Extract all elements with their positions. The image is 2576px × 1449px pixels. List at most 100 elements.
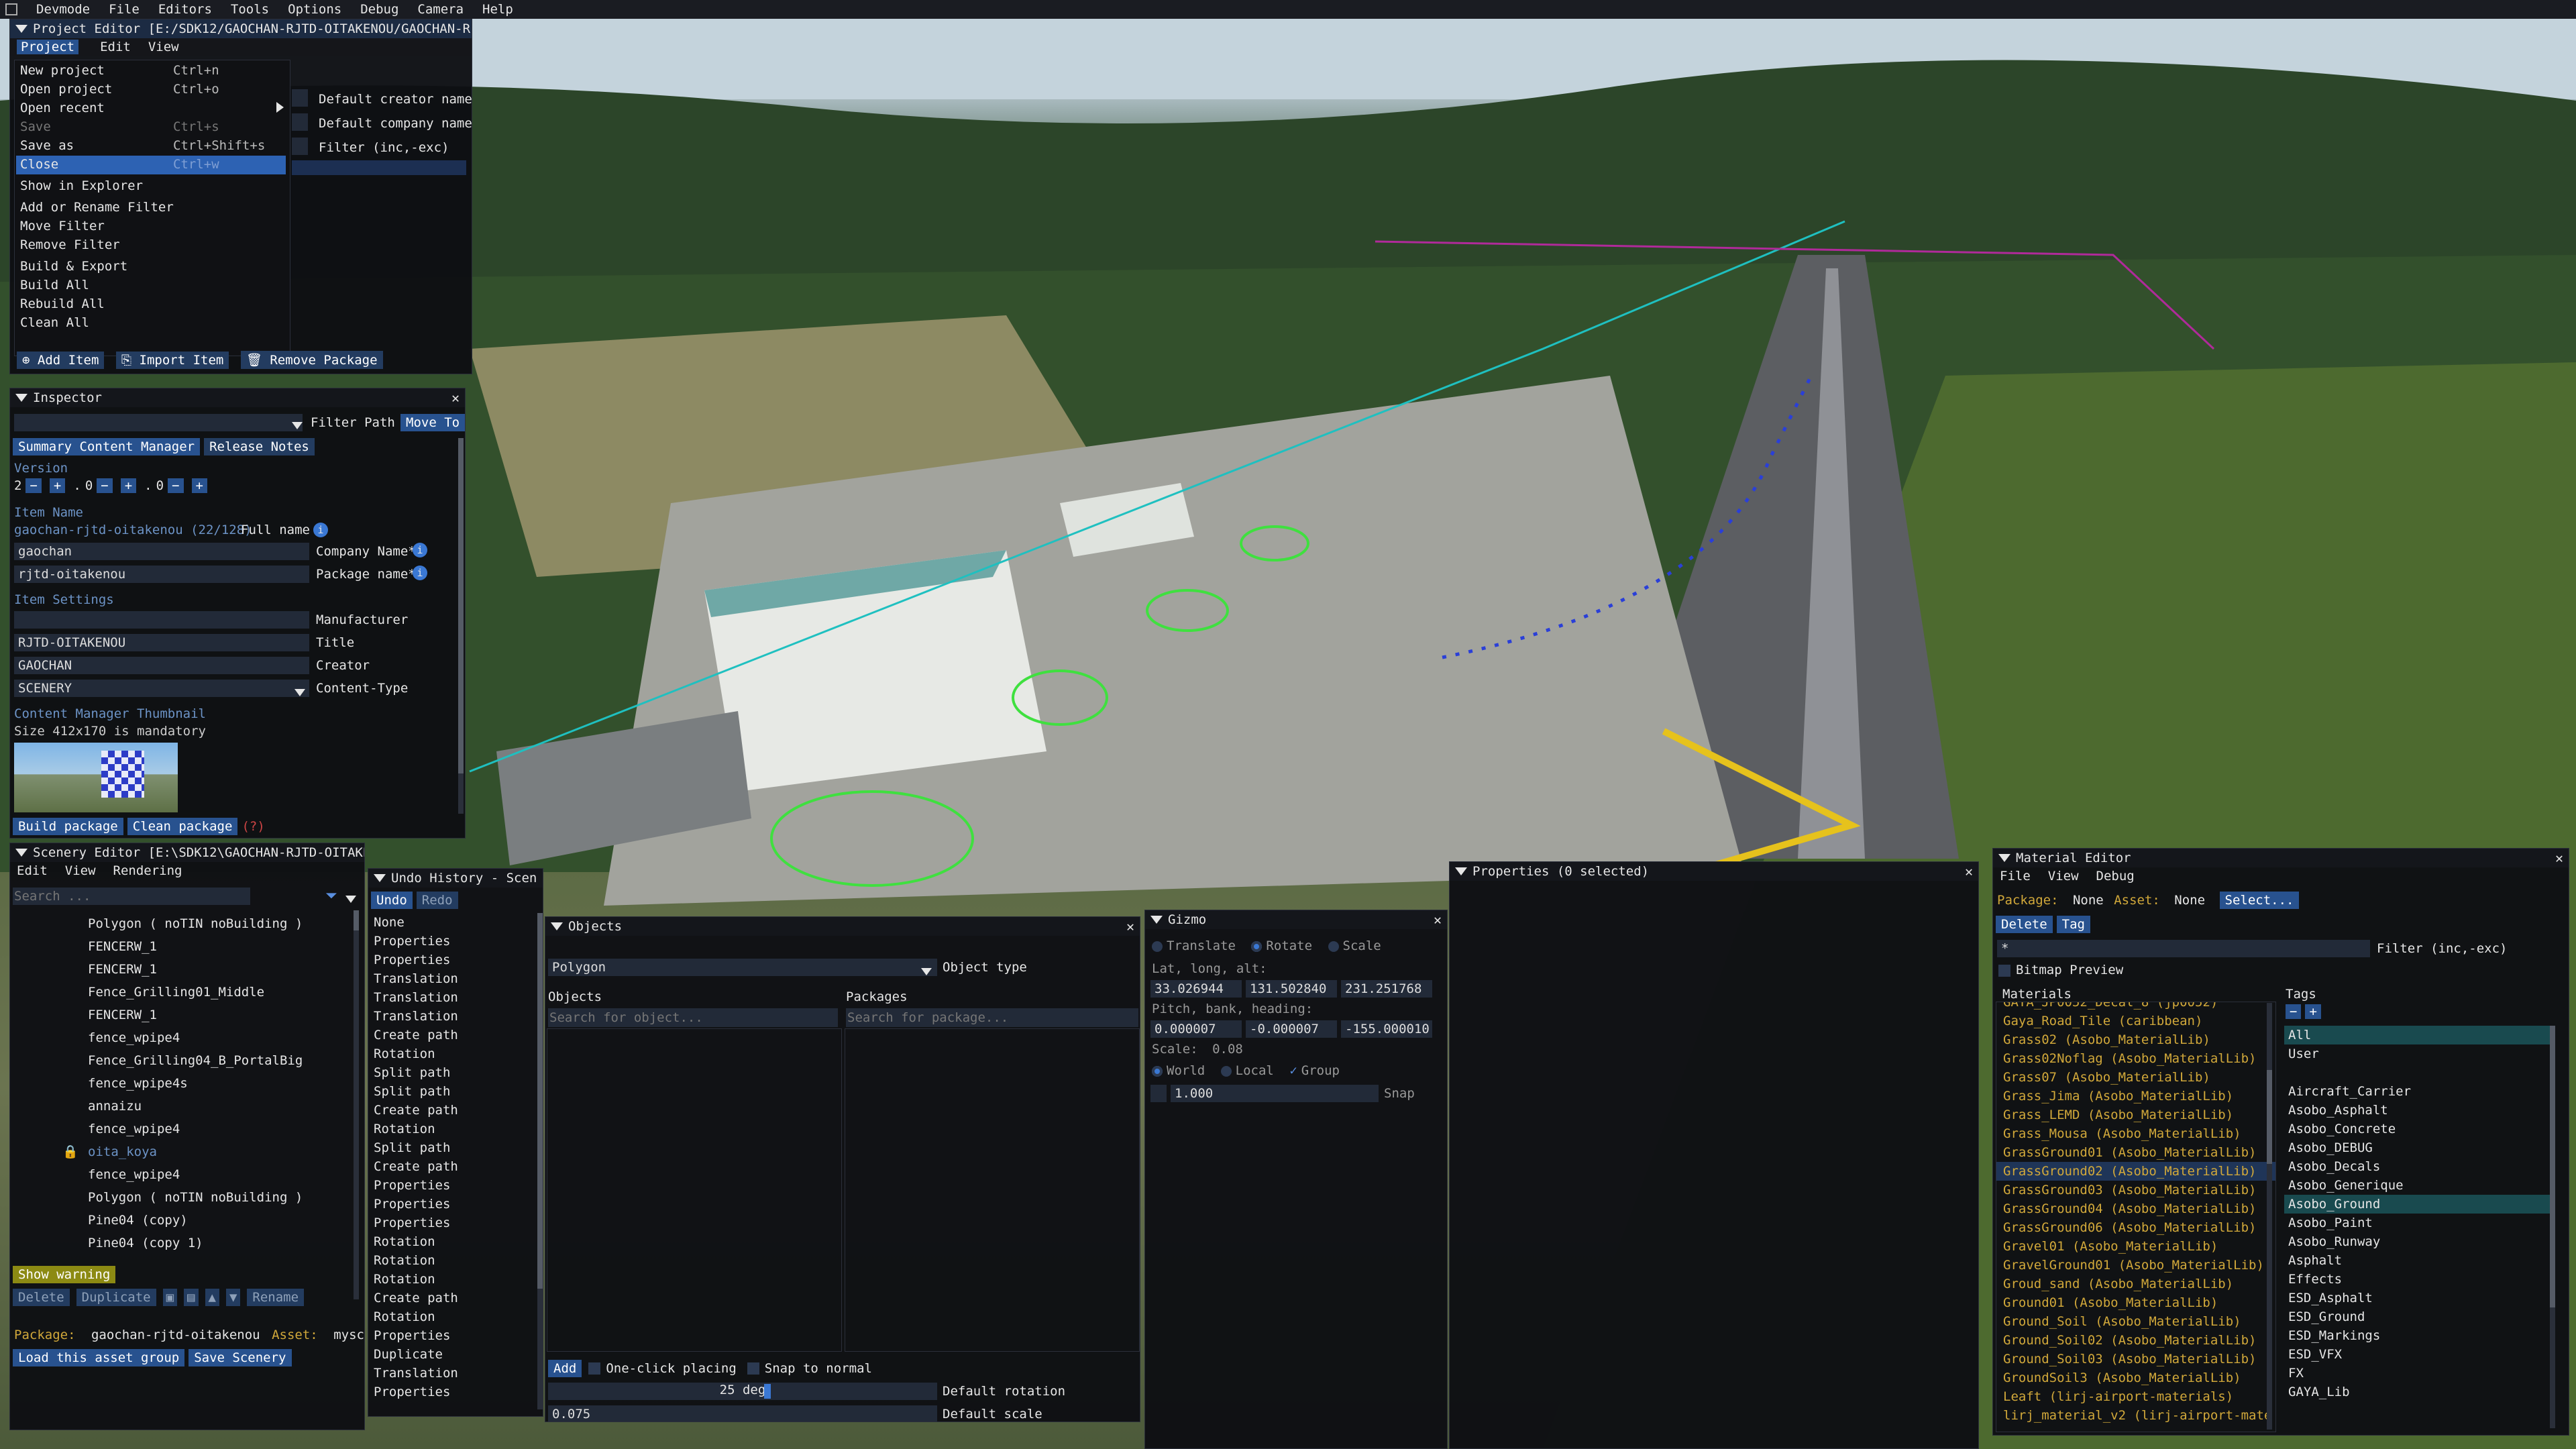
list-item[interactable]: Properties <box>374 951 535 969</box>
undo-history-titlebar[interactable]: Undo History - Scen ✕ <box>368 869 543 888</box>
list-item[interactable]: GrassGround03 (Asobo_MaterialLib) <box>1996 1181 2275 1199</box>
filter-path-field[interactable] <box>14 414 303 431</box>
info-icon[interactable]: i <box>413 566 427 580</box>
list-item[interactable]: Ground_Soil02 (Asobo_MaterialLib) <box>1996 1331 2275 1350</box>
menu-item-save-as[interactable]: Save as <box>20 138 74 153</box>
lock-icon[interactable]: 🔒 <box>62 1142 78 1161</box>
creator-name-field[interactable] <box>292 89 308 107</box>
list-item[interactable]: Gravel01 (Asobo_MaterialLib) <box>1996 1237 2275 1256</box>
tag-item[interactable]: Asobo_DEBUG <box>2284 1138 2563 1157</box>
package-list[interactable] <box>845 1028 1140 1352</box>
info-icon[interactable]: i <box>313 523 328 537</box>
close-icon[interactable]: ✕ <box>1965 863 1973 879</box>
list-item[interactable]: Fence_Grilling01_Middle <box>10 983 364 1002</box>
tag-item[interactable]: FX <box>2284 1364 2563 1383</box>
default-rotation-slider[interactable]: 25 deg <box>548 1383 937 1400</box>
content-type-chevron-icon[interactable] <box>294 685 305 700</box>
menu-item-save[interactable]: Save <box>20 119 51 134</box>
add-button[interactable]: Add <box>548 1360 582 1377</box>
translate-radio[interactable] <box>1152 941 1163 952</box>
gizmo-titlebar[interactable]: Gizmo ✕ <box>1145 910 1447 929</box>
menu-edit[interactable]: Edit <box>100 40 131 54</box>
list-item[interactable]: Translation <box>374 969 535 988</box>
list-item[interactable]: GAYA_JP0052_Decal_8 (jp0052) <box>1996 1002 2275 1012</box>
local-radio[interactable] <box>1220 1065 1232 1077</box>
tag-item[interactable]: Asphalt <box>2284 1251 2563 1270</box>
list-item[interactable]: Properties <box>374 1195 535 1214</box>
move-up-icon[interactable]: ▲ <box>205 1289 219 1306</box>
tag-item[interactable]: ESD_Markings <box>2284 1326 2563 1345</box>
snap-value-field[interactable]: 1.000 <box>1171 1085 1379 1102</box>
tag-button[interactable]: Tag <box>2056 916 2090 933</box>
list-item[interactable]: Rotation <box>374 1120 535 1138</box>
version-patch-minus[interactable]: − <box>168 478 184 493</box>
tab-release-notes[interactable]: Release Notes <box>204 438 315 455</box>
save-scenery-button[interactable]: Save Scenery <box>189 1349 292 1366</box>
package-name-field[interactable]: rjtd-oitakenou <box>14 566 309 583</box>
list-item[interactable]: Polygon ( noTIN noBuilding ) <box>10 1188 364 1207</box>
properties-titlebar[interactable]: Properties (0 selected) ✕ <box>1450 862 1978 881</box>
move-down-icon[interactable]: ▼ <box>225 1289 241 1306</box>
scale-field-value[interactable]: 0.08 <box>1212 1042 1243 1057</box>
import-item-button[interactable]: ⎘ Import Item <box>115 352 229 369</box>
close-icon[interactable]: ✕ <box>1434 912 1442 928</box>
list-item[interactable]: Grass_Jima (Asobo_MaterialLib) <box>1996 1087 2275 1106</box>
list-item[interactable]: Rotation <box>374 1270 535 1289</box>
rename-button[interactable]: Rename <box>247 1289 305 1306</box>
menu-item-build-export[interactable]: Build & Export <box>20 259 127 274</box>
menu-help[interactable]: Help <box>482 2 513 17</box>
list-item[interactable]: Properties <box>374 1176 535 1195</box>
menu-project[interactable]: Project <box>17 40 79 54</box>
menu-edit[interactable]: Edit <box>17 863 48 878</box>
close-icon[interactable]: ✕ <box>2555 850 2563 866</box>
creator-field[interactable]: GAOCHAN <box>14 657 309 674</box>
rotate-radio[interactable] <box>1251 941 1263 952</box>
material-filter-input[interactable]: * <box>1997 940 2370 957</box>
menu-item-open-project[interactable]: Open project <box>20 82 112 97</box>
list-item[interactable]: Properties <box>374 1326 535 1345</box>
title-field[interactable]: RJTD-OITAKENOU <box>14 634 309 651</box>
duplicate-button[interactable]: Duplicate <box>76 1289 156 1306</box>
snap-checkbox[interactable] <box>1150 1085 1167 1102</box>
folder-icon[interactable]: ▤ <box>184 1289 199 1306</box>
one-click-checkbox[interactable] <box>588 1362 601 1375</box>
list-item[interactable]: fence_wpipe4 <box>10 1165 364 1184</box>
pitch-field[interactable]: 0.000007 <box>1150 1020 1242 1038</box>
list-item[interactable]: Translation <box>374 1007 535 1026</box>
new-folder-icon[interactable]: ▣ <box>162 1289 178 1306</box>
list-item[interactable]: None <box>374 913 535 932</box>
thumbnail-image[interactable] <box>14 743 178 812</box>
bank-field[interactable]: -0.000007 <box>1246 1020 1337 1038</box>
collapse-icon[interactable] <box>1150 916 1163 924</box>
version-minor-minus[interactable]: − <box>97 478 113 493</box>
inspector-titlebar[interactable]: Inspector ✕ <box>10 388 465 407</box>
menu-rendering[interactable]: Rendering <box>113 863 182 878</box>
list-item[interactable]: 🔒 oita_koya <box>10 1142 364 1161</box>
tag-item[interactable]: GAYA_Lib <box>2284 1383 2563 1401</box>
list-item[interactable]: Properties <box>374 1214 535 1232</box>
list-item[interactable]: FENCERW_1 <box>10 1006 364 1024</box>
list-item[interactable]: Split path <box>374 1138 535 1157</box>
version-patch-plus[interactable]: + <box>191 478 207 493</box>
list-item[interactable]: Rotation <box>374 1232 535 1251</box>
clean-package-button[interactable]: Clean package <box>127 818 238 835</box>
materials-scrollbar[interactable] <box>2267 1003 2272 1430</box>
list-item[interactable]: Ground_Soil03 (Asobo_MaterialLib) <box>1996 1350 2275 1368</box>
version-minor[interactable]: 0 <box>85 478 93 493</box>
inspector-scrollbar[interactable] <box>458 438 464 814</box>
object-list[interactable] <box>547 1028 842 1352</box>
menu-tools[interactable]: Tools <box>231 2 269 17</box>
collapse-icon[interactable] <box>1998 854 2010 862</box>
select-button[interactable]: Select... <box>2219 892 2300 909</box>
delete-button[interactable]: Delete <box>1996 916 2053 933</box>
tree-selection-bar[interactable] <box>292 160 466 175</box>
collapse-icon[interactable] <box>551 922 563 930</box>
menu-file[interactable]: File <box>109 2 140 17</box>
remove-package-button[interactable]: 🗑 Remove Package <box>240 351 383 369</box>
menu-item-rebuild-all[interactable]: Rebuild All <box>20 297 105 311</box>
collapse-icon[interactable] <box>15 394 28 402</box>
list-item[interactable]: Grass_LEMD (Asobo_MaterialLib) <box>1996 1106 2275 1124</box>
list-item[interactable]: GroundSoil3 (Asobo_MaterialLib) <box>1996 1368 2275 1387</box>
info-icon[interactable]: i <box>413 543 427 557</box>
list-item[interactable]: Rotation <box>374 1044 535 1063</box>
